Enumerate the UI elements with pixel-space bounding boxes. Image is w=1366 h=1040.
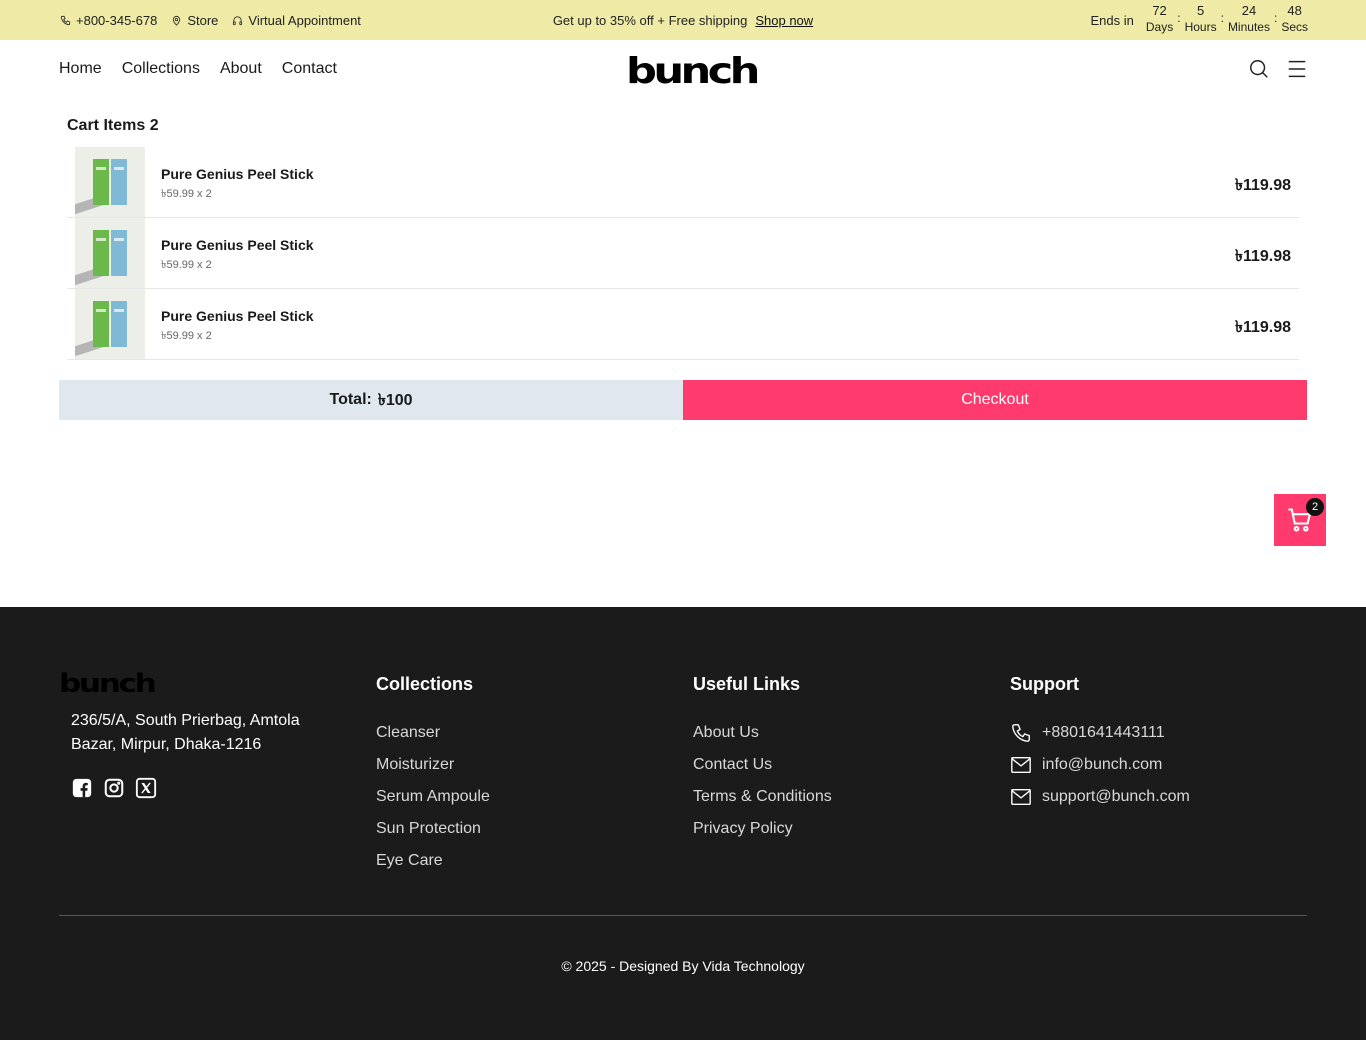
countdown-value: 48 [1287, 3, 1302, 18]
cart-title: Cart Items 2 [67, 117, 159, 134]
cart-item: Pure Genius Peel Stick ৳59.99 x 2 ৳119.9… [67, 218, 1299, 289]
countdown-timer: Ends in 72 Days : 5 Hours : 24 Minutes :… [1091, 3, 1308, 35]
topbar-store[interactable]: Store [171, 13, 218, 28]
product-image[interactable] [75, 289, 145, 359]
nav-about[interactable]: About [220, 60, 262, 78]
product-name[interactable]: Pure Genius Peel Stick [161, 237, 314, 253]
countdown-minutes: 24 Minutes [1228, 3, 1270, 35]
ends-in-label: Ends in [1090, 13, 1134, 28]
topbar-store-text: Store [187, 12, 219, 28]
support-email-support-text: support@bunch.com [1042, 788, 1190, 805]
product-qty-price: ৳59.99 x 2 [161, 330, 212, 342]
total-value: ৳100 [377, 391, 413, 409]
support-email-support[interactable]: support@bunch.com [1010, 781, 1190, 813]
instagram-icon[interactable] [103, 777, 125, 799]
brand-logo[interactable]: bunch [626, 53, 760, 91]
countdown-separator: : [1177, 11, 1181, 25]
topbar-contact-links: +800-345-678 Store Virtual Appointment [60, 0, 361, 40]
countdown-unit: Secs [1281, 20, 1308, 34]
nav-contact[interactable]: Contact [282, 60, 337, 78]
facebook-icon[interactable] [71, 777, 93, 799]
product-image[interactable] [75, 147, 145, 217]
footer-links-title: Useful Links [693, 674, 801, 694]
footer-useful-links: Useful Links About Us Contact Us Terms &… [693, 674, 832, 845]
footer-divider [59, 915, 1307, 916]
cart-total: Total: ৳100 [59, 380, 683, 420]
footer-link-eye-care[interactable]: Eye Care [376, 845, 490, 877]
cart-item: Pure Genius Peel Stick ৳59.99 x 2 ৳119.9… [67, 289, 1299, 360]
x-twitter-icon[interactable] [135, 777, 157, 799]
footer-support: Support +8801641443111 info@bunch.com su… [1010, 674, 1190, 813]
announcement-bar: +800-345-678 Store Virtual Appointment G… [0, 0, 1366, 40]
support-email-info-text: info@bunch.com [1042, 756, 1163, 773]
countdown-hours: 5 Hours [1185, 3, 1217, 35]
footer-collections: Collections Cleanser Moisturizer Serum A… [376, 674, 490, 877]
countdown-separator: : [1273, 11, 1278, 25]
footer-logo[interactable]: bunch [59, 669, 157, 699]
search-icon[interactable] [1248, 58, 1270, 80]
topbar-appointment[interactable]: Virtual Appointment [232, 13, 361, 28]
site-header: Home Collections About Contact bunch [0, 40, 1366, 104]
footer-link-about-us[interactable]: About Us [693, 717, 832, 749]
support-phone-text: +8801641443111 [1042, 724, 1165, 741]
countdown-unit: Hours [1184, 20, 1217, 34]
countdown-separator: : [1220, 11, 1224, 25]
support-phone[interactable]: +8801641443111 [1010, 717, 1190, 749]
map-pin-icon [173, 15, 181, 26]
cart-list: Pure Genius Peel Stick ৳59.99 x 2 ৳119.9… [67, 147, 1299, 360]
footer-link-terms[interactable]: Terms & Conditions [693, 781, 832, 813]
mail-icon [1011, 756, 1031, 774]
promo-text: Get up to 35% off + Free shipping [552, 12, 748, 28]
headphones-icon [233, 15, 243, 25]
header-actions [1248, 58, 1308, 80]
item-total: ৳119.98 [1234, 248, 1291, 265]
topbar-appointment-text: Virtual Appointment [248, 12, 361, 28]
product-qty-price: ৳59.99 x 2 [161, 188, 212, 200]
footer-link-contact-us[interactable]: Contact Us [693, 749, 832, 781]
footer-link-moisturizer[interactable]: Moisturizer [376, 749, 490, 781]
countdown-seconds: 48 Secs [1281, 3, 1308, 35]
main-nav: Home Collections About Contact [59, 60, 337, 78]
footer-link-serum-ampoule[interactable]: Serum Ampoule [376, 781, 490, 813]
product-image[interactable] [75, 218, 145, 288]
countdown-days: 72 Days [1146, 3, 1173, 35]
countdown-value: 72 [1152, 3, 1167, 18]
footer-link-sun-protection[interactable]: Sun Protection [376, 813, 490, 845]
social-links [71, 777, 157, 799]
footer-link-privacy[interactable]: Privacy Policy [693, 813, 832, 845]
item-total: ৳119.98 [1234, 319, 1291, 336]
countdown-value: 24 [1241, 3, 1257, 18]
site-footer: bunch 236/5/A, South Prierbag, Amtola Ba… [0, 607, 1366, 1040]
item-total: ৳119.98 [1234, 177, 1291, 194]
shop-now-link[interactable]: Shop now [755, 13, 813, 28]
footer-link-cleanser[interactable]: Cleanser [376, 717, 490, 749]
countdown-unit: Days [1145, 20, 1174, 34]
nav-collections[interactable]: Collections [122, 60, 200, 78]
total-label: Total: [329, 391, 372, 408]
footer-address: 236/5/A, South Prierbag, Amtola Bazar, M… [71, 712, 300, 753]
topbar-phone[interactable]: +800-345-678 [60, 13, 157, 28]
checkout-button[interactable]: Checkout [683, 380, 1307, 420]
footer-collections-title: Collections [376, 674, 474, 694]
topbar-phone-text: +800-345-678 [76, 12, 158, 28]
copyright: © 2025 - Designed By Vida Technology [561, 958, 805, 974]
phone-icon [60, 15, 71, 25]
footer-support-title: Support [1010, 674, 1079, 694]
menu-icon[interactable] [1286, 58, 1308, 80]
phone-icon [1012, 724, 1030, 742]
countdown-value: 5 [1196, 3, 1205, 18]
cart-item: Pure Genius Peel Stick ৳59.99 x 2 ৳119.9… [67, 147, 1299, 218]
cart-count-badge: 2 [1306, 498, 1324, 516]
product-name[interactable]: Pure Genius Peel Stick [161, 308, 314, 324]
mail-icon [1011, 788, 1031, 806]
nav-home[interactable]: Home [59, 60, 102, 78]
floating-cart-button[interactable]: 2 [1274, 494, 1326, 546]
product-qty-price: ৳59.99 x 2 [161, 259, 212, 271]
product-name[interactable]: Pure Genius Peel Stick [161, 166, 314, 182]
support-email-info[interactable]: info@bunch.com [1010, 749, 1190, 781]
countdown-unit: Minutes [1227, 20, 1270, 34]
